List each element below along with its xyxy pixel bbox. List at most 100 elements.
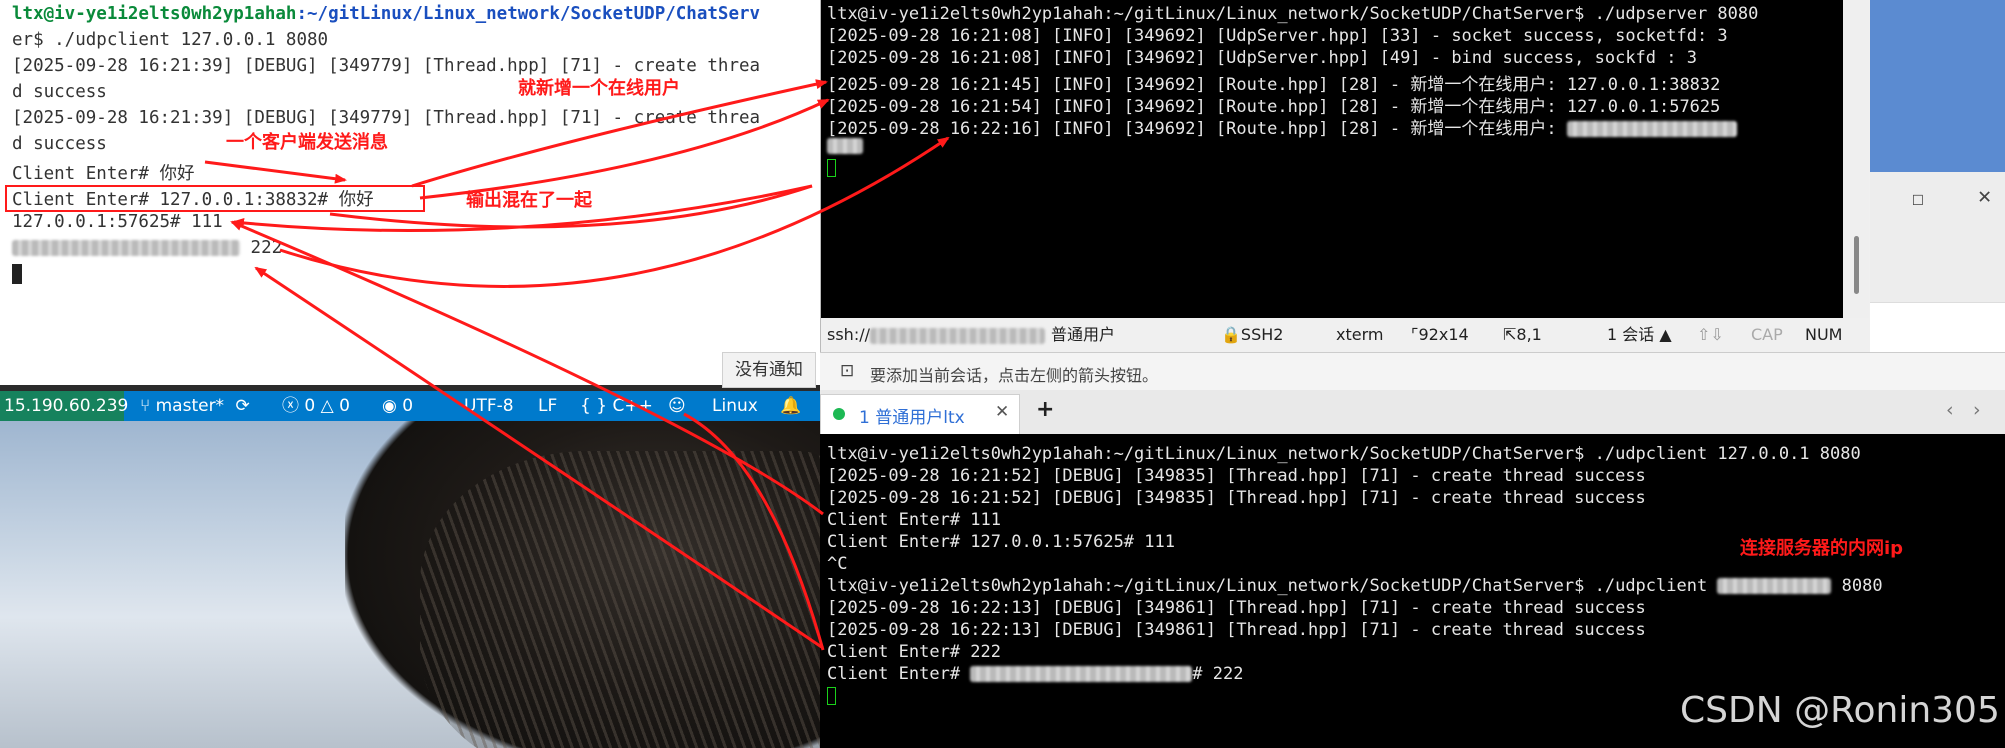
session-hint-bar: ⊡ 要添加当前会话，点击左侧的箭头按钮。 (820, 352, 2005, 391)
tab-session-1[interactable]: 1 普通用户ltx ✕ (820, 394, 1020, 434)
terminal-cursor (827, 687, 836, 705)
scroll-arrows-icon[interactable]: ⇧⇩ (1697, 318, 1724, 352)
terminal-line: ltx@iv-ye1i2elts0wh2yp1ahah:~/gitLinux/L… (12, 4, 760, 24)
session-count-label: 1 会话 (1607, 325, 1655, 344)
terminal-line: Client Enter# 你好 (12, 164, 195, 184)
caps-indicator: CAP (1751, 325, 1783, 344)
caret-up-icon: ▲ (1659, 325, 1672, 344)
session-count[interactable]: 1 会话 ▲ (1607, 318, 1672, 352)
branch-item[interactable]: ⑂ master* ⟳ (140, 391, 250, 421)
ports-count: 0 (402, 396, 414, 416)
command-text: ltx@iv-ye1i2elts0wh2yp1ahah:~/gitLinux/L… (827, 576, 1718, 596)
message-text: # 222 (1192, 664, 1244, 684)
protocol-item: 🔒SSH2 (1221, 318, 1283, 352)
tab-label: 1 普通用户ltx (859, 408, 965, 428)
terminal-line: [2025-09-28 16:21:52] [DEBUG] [349835] [… (827, 466, 1646, 486)
terminal-cursor (827, 159, 836, 177)
redacted-host (869, 327, 1045, 344)
terminal-line: ltx@iv-ye1i2elts0wh2yp1ahah:~/gitLinux/L… (827, 576, 1883, 596)
desktop-wallpaper (0, 421, 820, 748)
redacted-ip (970, 666, 1193, 682)
terminal-line: d success (12, 134, 107, 154)
notification-popup: 没有通知 (722, 352, 816, 388)
terminal-line: [2025-09-28 16:22:13] [DEBUG] [349861] [… (827, 598, 1646, 618)
close-icon[interactable]: ✕ (1978, 184, 1991, 209)
redacted-ip (1717, 578, 1832, 594)
highlight-box (5, 185, 425, 212)
redacted-ip (1566, 121, 1737, 137)
csdn-watermark: CSDN @Ronin305 (1680, 690, 2000, 731)
protocol-label: SSH2 (1240, 325, 1284, 344)
tab-scroll-left-icon[interactable]: ‹ (1946, 399, 1954, 421)
wallpaper-texture (420, 451, 820, 748)
session-address: ssh:// 普通用户 (827, 318, 1115, 352)
term-size: ⌜92x14 (1411, 318, 1469, 352)
terminal-line: ltx@iv-ye1i2elts0wh2yp1ahah:~/gitLinux/L… (827, 4, 1759, 24)
copilot-icon[interactable]: ☺ (668, 391, 686, 421)
log-text: [2025-09-28 16:22:16] [INFO] [349692] [R… (827, 119, 1567, 139)
prompt-text: Client Enter# (827, 664, 971, 684)
terminal-line: ^C (827, 554, 848, 574)
cursor-pos-icon: ⇱ (1503, 325, 1517, 344)
port-text: 8080 (1831, 576, 1883, 596)
terminal-line (827, 136, 863, 156)
ssh-prefix: ssh:// (827, 325, 870, 344)
prompt-path: :~/gitLinux/Linux_network/SocketUDP/Chat… (296, 4, 761, 24)
terminal-line: d success (12, 82, 107, 102)
language-name: C++ (612, 396, 653, 416)
add-tab-button[interactable]: + (1036, 397, 1054, 422)
term-type: xterm (1336, 325, 1384, 344)
add-session-icon[interactable]: ⊡ (840, 361, 854, 381)
message-text: 222 (240, 238, 283, 258)
annotation-new-user: 就新增一个在线用户 (518, 78, 680, 99)
annotation-one-client: 一个客户端发送消息 (226, 132, 388, 153)
maximize-icon[interactable]: ☐ (1912, 186, 1924, 210)
warning-count: 0 (339, 396, 350, 416)
lock-icon: 🔒 (1221, 325, 1241, 344)
terminal-cursor-line (12, 264, 22, 284)
cursor-pos-value: 8,1 (1516, 325, 1542, 344)
session-hint-text: 要添加当前会话，点击左侧的箭头按钮。 (870, 366, 1159, 385)
terminal-line: [2025-09-28 16:21:39] [DEBUG] [349779] [… (12, 56, 761, 76)
os-item[interactable]: Linux (712, 391, 758, 421)
problems-item[interactable]: ⓧ 0 △ 0 (282, 391, 350, 421)
terminal-cursor (12, 264, 22, 284)
bell-icon[interactable]: 🔔 (780, 391, 801, 421)
terminal-line: Client Enter# # 222 (827, 664, 1243, 684)
terminal-cursor-line (827, 686, 836, 706)
eol-item[interactable]: LF (538, 391, 557, 421)
scrollbar-thumb[interactable] (1854, 236, 1859, 294)
ports-item[interactable]: ◉ 0 (382, 391, 413, 421)
error-count: 0 (304, 396, 316, 416)
encoding-item[interactable]: UTF-8 (464, 391, 514, 421)
terminal-line: [2025-09-28 16:21:39] [DEBUG] [349779] [… (12, 108, 761, 128)
remote-host-badge[interactable]: 15.190.60.239 (0, 391, 128, 421)
sync-icon: ⟳ (235, 396, 250, 416)
error-icon: ⓧ (282, 396, 299, 416)
terminal-line: 127.0.0.1:57625# 111 (12, 212, 223, 232)
terminal-line: Client Enter# 127.0.0.1:57625# 111 (827, 532, 1175, 552)
xshell-statusbar: ssh:// 普通用户 🔒SSH2 xterm ⌜92x14 ⇱8,1 1 会话 … (821, 318, 1871, 352)
broadcast-icon: ◉ (382, 396, 397, 416)
num-indicator: NUM (1805, 325, 1843, 344)
language-item[interactable]: { } C++ (580, 391, 653, 421)
terminal-line: ltx@iv-ye1i2elts0wh2yp1ahah:~/gitLinux/L… (827, 444, 1861, 464)
terminal-line: Client Enter# 222 (827, 642, 1001, 662)
vscode-statusbar: 15.190.60.239 ⑂ master* ⟳ ⓧ 0 △ 0 ◉ 0 UT… (0, 391, 820, 421)
terminal-line: Client Enter# 111 (827, 510, 1001, 530)
branch-name: master* (155, 396, 225, 416)
tab-close-icon[interactable]: ✕ (995, 402, 1009, 422)
resize-icon: ⌜ (1411, 325, 1419, 344)
terminal-line: er$ ./udpclient 127.0.0.1 8080 (12, 30, 329, 50)
terminal-line: 222 (12, 238, 282, 258)
xshell-window-server: ltx@iv-ye1i2elts0wh2yp1ahah:~/gitLinux/L… (820, 0, 1871, 352)
braces-icon: { } (580, 396, 608, 416)
server-terminal[interactable]: ltx@iv-ye1i2elts0wh2yp1ahah:~/gitLinux/L… (821, 0, 1843, 318)
redacted-ip (827, 138, 863, 154)
background-window: ☐ ✕ (1870, 0, 2005, 353)
terminal-line: [2025-09-28 16:21:08] [INFO] [349692] [U… (827, 26, 1728, 46)
branch-icon: ⑂ (140, 396, 151, 416)
session-tab-bar: 1 普通用户ltx ✕ + ‹ › (820, 390, 2005, 435)
window-caption: ☐ ✕ (1870, 172, 2005, 302)
tab-scroll-right-icon[interactable]: › (1973, 399, 1981, 421)
